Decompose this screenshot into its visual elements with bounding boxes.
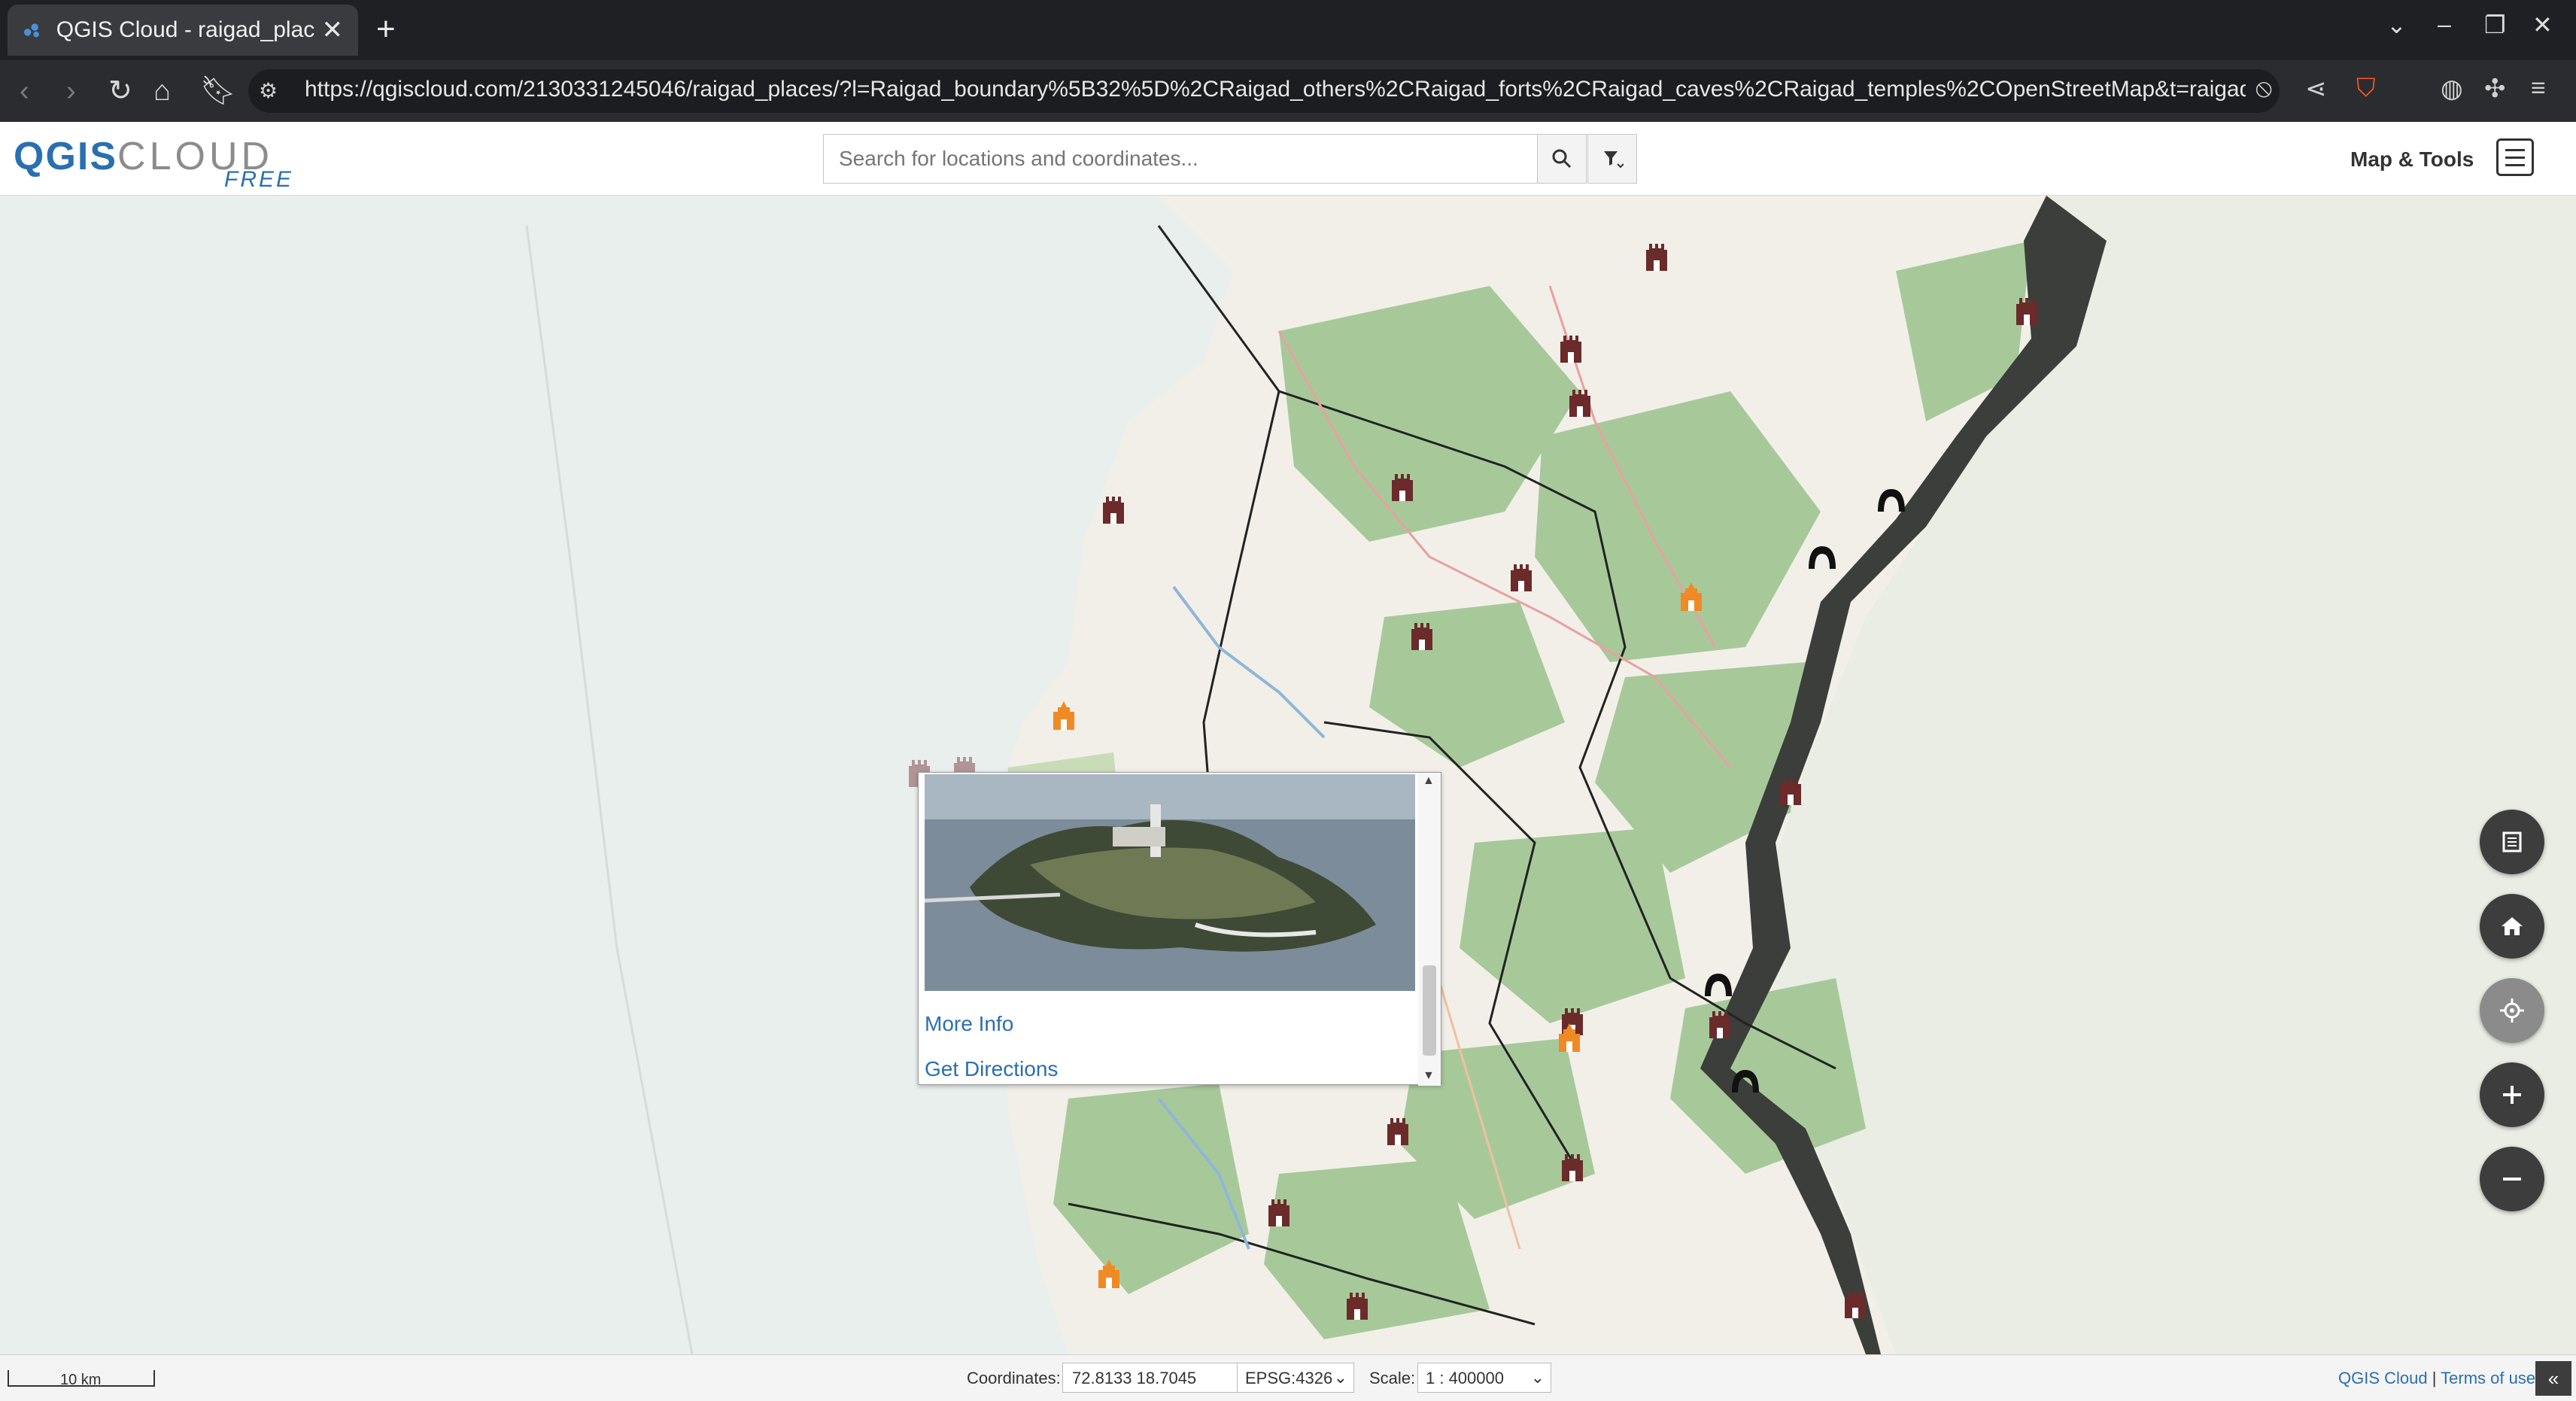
- list-icon: [2502, 831, 2522, 852]
- fort-icon[interactable]: [1344, 1287, 1371, 1320]
- cave-icon[interactable]: [1703, 971, 1733, 998]
- coordinates-field[interactable]: 72.8133 18.7045: [1062, 1363, 1238, 1393]
- site-info-icon[interactable]: ⚙: [259, 78, 278, 103]
- browser-tab-strip: QGIS Cloud - raigad_places ✕ + ⌄ – ❐ ✕: [0, 0, 2576, 60]
- plus-icon: [2503, 1086, 2521, 1104]
- fort-icon[interactable]: [1265, 1193, 1293, 1226]
- fort-icon[interactable]: [1389, 468, 1416, 501]
- cave-icon[interactable]: [1876, 486, 1906, 513]
- search-button[interactable]: [1537, 134, 1587, 184]
- bookmark-icon[interactable]: 🔖︎: [200, 74, 236, 108]
- browser-tab[interactable]: QGIS Cloud - raigad_places ✕: [8, 5, 358, 56]
- app-menu-icon[interactable]: [2496, 138, 2534, 176]
- filter-icon: [1604, 151, 1624, 169]
- fort-icon[interactable]: [1557, 330, 1584, 363]
- share-icon[interactable]: ⋖: [2305, 74, 2327, 104]
- extensions-icon[interactable]: ✣: [2484, 74, 2506, 104]
- crs-value: EPSG:4326: [1245, 1369, 1333, 1387]
- cave-icon[interactable]: [1807, 543, 1837, 570]
- maximize-icon[interactable]: ❐: [2484, 11, 2506, 39]
- back-icon[interactable]: ‹: [20, 74, 29, 108]
- qgis-favicon-icon: [23, 23, 39, 38]
- fort-icon[interactable]: [1508, 558, 1535, 591]
- scale-bar-label: 10 km: [60, 1372, 102, 1388]
- qgis-cloud-logo[interactable]: QGISCLOUD FREE: [14, 134, 291, 192]
- fort-icon[interactable]: [1408, 617, 1435, 650]
- fort-photo: [925, 774, 1415, 991]
- scroll-thumb[interactable]: [1423, 965, 1436, 1056]
- tab-close-icon[interactable]: ✕: [322, 15, 344, 45]
- search-filter-button[interactable]: [1587, 134, 1637, 184]
- temple-icon[interactable]: [1049, 700, 1079, 730]
- scale-bar: 10 km: [8, 1370, 155, 1388]
- wallet-icon[interactable]: ◍: [2441, 74, 2463, 104]
- scale-select[interactable]: 1 : 400000 ⌄: [1417, 1363, 1551, 1393]
- qgis-cloud-link[interactable]: QGIS Cloud: [2338, 1369, 2428, 1387]
- terms-of-use-link[interactable]: Terms of use: [2441, 1369, 2535, 1387]
- search-input[interactable]: [823, 134, 1538, 184]
- fort-icon[interactable]: [2013, 292, 2040, 325]
- coordinates-label: Coordinates:: [967, 1369, 1061, 1387]
- locate-me-button[interactable]: [2480, 978, 2544, 1043]
- minimize-icon[interactable]: –: [2438, 11, 2451, 38]
- scroll-down-icon[interactable]: ▼: [1423, 1069, 1435, 1083]
- reload-icon[interactable]: ↻: [108, 74, 132, 108]
- temple-icon[interactable]: [1094, 1258, 1124, 1288]
- chevron-down-icon: ⌄: [1333, 1368, 1347, 1387]
- fort-icon[interactable]: [1100, 491, 1127, 524]
- home-icon[interactable]: ⌂: [153, 74, 171, 108]
- layer-list-button[interactable]: [2480, 810, 2544, 874]
- temple-icon[interactable]: [1676, 581, 1706, 611]
- chevron-down-icon: ⌄: [1530, 1368, 1545, 1387]
- temple-icon[interactable]: [1554, 1022, 1584, 1052]
- fort-icon[interactable]: [1384, 1112, 1411, 1145]
- scale-value: 1 : 400000: [1426, 1369, 1504, 1387]
- forward-icon[interactable]: ›: [66, 74, 76, 108]
- brave-shield-icon[interactable]: ⛉: [2356, 74, 2376, 103]
- fort-icon[interactable]: [1559, 1148, 1586, 1181]
- status-bar: 10 km Coordinates: 72.8133 18.7045 EPSG:…: [0, 1354, 2576, 1401]
- window-close-icon[interactable]: ✕: [2532, 11, 2553, 39]
- minus-icon: [2503, 1178, 2521, 1181]
- tracking-off-icon[interactable]: ⦸: [2256, 74, 2272, 103]
- search-icon: [1552, 149, 1572, 169]
- popup-scrollbar[interactable]: ▲ ▼: [1418, 773, 1441, 1086]
- feature-popup: More Info Get Directions ▲ ▼: [918, 772, 1441, 1086]
- crs-select[interactable]: EPSG:4326 ⌄: [1237, 1363, 1354, 1393]
- links-separator: |: [2432, 1369, 2437, 1387]
- home-icon: [2502, 917, 2523, 935]
- collapse-statusbar-button[interactable]: «: [2535, 1361, 2571, 1396]
- scale-label: Scale:: [1369, 1369, 1416, 1387]
- scroll-up-icon[interactable]: ▲: [1423, 774, 1435, 788]
- cave-icon[interactable]: [1730, 1067, 1760, 1094]
- fort-icon[interactable]: [1777, 772, 1804, 805]
- tab-list-chevron-icon[interactable]: ⌄: [2386, 11, 2407, 39]
- fort-icon[interactable]: [1842, 1285, 1869, 1318]
- home-view-button[interactable]: [2480, 894, 2544, 959]
- zoom-out-button[interactable]: [2480, 1147, 2544, 1211]
- more-info-link[interactable]: More Info: [925, 1012, 1013, 1036]
- crosshair-icon: [2500, 998, 2524, 1023]
- new-tab-button[interactable]: +: [376, 11, 396, 48]
- fort-icon[interactable]: [1643, 238, 1670, 271]
- get-directions-link[interactable]: Get Directions: [925, 1057, 1058, 1081]
- url-text[interactable]: https://qgiscloud.com/2130331245046/raig…: [305, 77, 2246, 102]
- tab-title: QGIS Cloud - raigad_places: [56, 17, 314, 42]
- map-tools-label[interactable]: Map & Tools: [2350, 147, 2474, 172]
- fort-icon[interactable]: [1566, 384, 1593, 417]
- browser-menu-icon[interactable]: ≡: [2531, 74, 2546, 103]
- fort-icon[interactable]: [1706, 1005, 1733, 1038]
- zoom-in-button[interactable]: [2480, 1062, 2544, 1127]
